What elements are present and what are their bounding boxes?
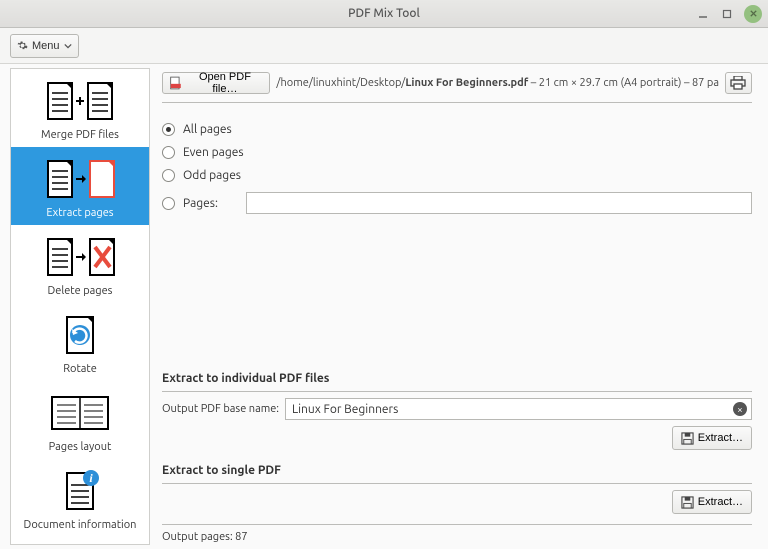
sidebar-item-label: Delete pages (48, 285, 113, 297)
rotate-icon (40, 311, 120, 359)
sidebar-item-merge[interactable]: Merge PDF files (11, 69, 149, 147)
sidebar-item-label: Pages layout (49, 441, 112, 453)
merge-icon (40, 77, 120, 125)
sidebar-item-delete[interactable]: Delete pages (11, 225, 149, 303)
sidebar-item-layout[interactable]: Pages layout (11, 381, 149, 459)
window-controls (696, 5, 762, 23)
radio-custom-pages[interactable]: Pages: (162, 192, 752, 214)
extract-single-button[interactable]: Extract… (672, 490, 752, 514)
sidebar-item-label: Document information (24, 519, 137, 531)
output-pages: Output pages: 87 (162, 531, 248, 543)
open-pdf-label: Open PDF file… (186, 71, 263, 95)
page-selection-options: All pages Even pages Odd pages Pages: (162, 103, 752, 368)
chevron-down-icon (64, 42, 72, 50)
sidebar: Merge PDF files Extract pages (10, 68, 150, 545)
radio-label: All pages (183, 123, 232, 136)
radio-icon (162, 146, 175, 159)
toolbar: Menu (0, 28, 768, 64)
window-title: PDF Mix Tool (348, 7, 420, 20)
minimize-button[interactable] (696, 7, 710, 21)
sidebar-item-label: Merge PDF files (41, 129, 119, 141)
gear-icon (17, 40, 28, 51)
save-icon (681, 496, 694, 509)
radio-even-pages[interactable]: Even pages (162, 146, 752, 159)
radio-icon (162, 197, 175, 210)
radio-icon (162, 123, 175, 136)
maximize-button[interactable] (720, 7, 734, 21)
extract-icon (40, 155, 120, 203)
menu-button[interactable]: Menu (10, 34, 79, 58)
clear-icon[interactable]: × (733, 402, 747, 416)
open-pdf-button[interactable]: Open PDF file… (162, 72, 270, 94)
title-bar: PDF Mix Tool (0, 0, 768, 28)
footer-status: Output pages: 87 (162, 524, 752, 543)
extract-label: Extract… (698, 432, 743, 444)
radio-label: Odd pages (183, 169, 241, 182)
basename-label: Output PDF base name: (162, 403, 279, 415)
sidebar-item-partial[interactable] (11, 537, 149, 545)
close-button[interactable] (744, 5, 762, 23)
radio-all-pages[interactable]: All pages (162, 123, 752, 136)
radio-icon (162, 169, 175, 182)
radio-label: Pages: (183, 197, 218, 210)
main-panel: Open PDF file… /home/linuxhint/Desktop/L… (150, 64, 768, 549)
section-extract-single: Extract to single PDF (162, 460, 752, 484)
file-path-info: /home/linuxhint/Desktop/Linux For Beginn… (276, 77, 719, 89)
sidebar-item-label: Extract pages (46, 207, 113, 219)
extract-label: Extract… (698, 496, 743, 508)
sidebar-item-extract[interactable]: Extract pages (11, 147, 149, 225)
sidebar-item-docinfo[interactable]: i Document information (11, 459, 149, 537)
printer-icon (730, 76, 746, 90)
layout-icon (40, 389, 120, 437)
basename-input[interactable]: Linux For Beginners × (285, 398, 752, 420)
menu-label: Menu (32, 40, 60, 52)
sidebar-item-rotate[interactable]: Rotate (11, 303, 149, 381)
file-row: Open PDF file… /home/linuxhint/Desktop/L… (162, 72, 752, 103)
radio-label: Even pages (183, 146, 244, 159)
extract-individual-button[interactable]: Extract… (672, 426, 752, 450)
sidebar-item-label: Rotate (63, 363, 97, 375)
pdf-icon (169, 76, 182, 90)
radio-odd-pages[interactable]: Odd pages (162, 169, 752, 182)
section-extract-individual: Extract to individual PDF files (162, 368, 752, 392)
pages-input[interactable] (246, 192, 752, 214)
info-icon: i (40, 467, 120, 515)
save-button[interactable] (725, 72, 752, 94)
save-icon (681, 432, 694, 445)
delete-icon (40, 233, 120, 281)
